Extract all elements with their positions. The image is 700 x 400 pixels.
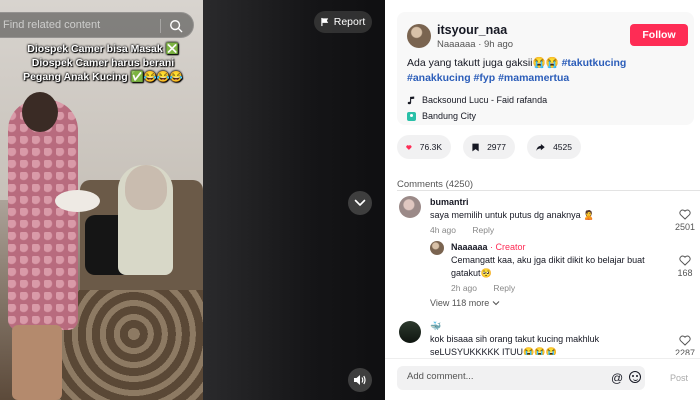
overlay-line: Diospek Camer harus berani xyxy=(31,57,175,69)
reply-time: 2h ago xyxy=(451,283,477,293)
volume-button[interactable] xyxy=(348,368,372,392)
music-title: Backsound Lucu - Faid rafanda xyxy=(422,95,548,105)
scene-woman xyxy=(8,100,78,330)
reply-author-name: Naaaaaa xyxy=(451,242,488,252)
save-button[interactable]: 2977 xyxy=(463,135,515,159)
commenter-name[interactable]: 🐳 xyxy=(430,321,441,332)
next-video-button[interactable] xyxy=(348,191,372,215)
comment-input[interactable] xyxy=(407,371,587,382)
commenter-avatar[interactable] xyxy=(399,196,421,218)
search-input[interactable] xyxy=(3,19,143,31)
view-more-replies[interactable]: View 118 more xyxy=(430,298,500,308)
reply-author[interactable]: Naaaaaa · Creator xyxy=(451,242,526,252)
video-overlay-text: Diospek Camer bisa Masak ❎ Diospek Camer… xyxy=(4,42,202,84)
music-link[interactable]: Backsound Lucu - Faid rafanda xyxy=(407,95,547,105)
creator-badge: · Creator xyxy=(487,242,526,252)
report-label: Report xyxy=(333,16,366,28)
reply-like-count: 168 xyxy=(677,268,693,278)
volume-icon xyxy=(354,375,366,385)
scene-woman-head xyxy=(22,92,58,132)
post-comment-button[interactable]: Post xyxy=(670,373,688,383)
comment-time: 4h ago xyxy=(430,225,456,235)
view-more-label: View 118 more xyxy=(430,298,490,308)
reply-meta: 2h ago Reply xyxy=(451,283,515,293)
details-panel: itsyour_naa Naaaaaa · 9h ago Follow Ada … xyxy=(385,0,700,400)
chevron-down-icon xyxy=(354,199,366,206)
author-avatar[interactable] xyxy=(407,24,431,48)
author-display-name: Naaaaaa xyxy=(437,39,476,50)
comment-text: kok bisaaa sih orang takut kucing makhlu… xyxy=(430,334,600,355)
share-count: 4525 xyxy=(553,142,572,152)
share-arrow-icon xyxy=(536,143,545,151)
reply-button[interactable]: Reply xyxy=(493,283,515,293)
comment-text: saya memilih untuk putus dg anaknya 🙎 xyxy=(430,210,595,220)
music-note-icon xyxy=(407,95,415,104)
bookmark-icon xyxy=(472,143,479,151)
post-time: 9h ago xyxy=(484,39,514,50)
comment-like-count: 2287 xyxy=(674,348,696,355)
scene-cat xyxy=(55,190,100,212)
scene-girl-hijab xyxy=(125,165,167,210)
post-caption: Ada yang takutt juga gaksii😭😭 #takutkuci… xyxy=(407,56,689,86)
comment-like[interactable]: 2501 xyxy=(673,209,697,232)
author-subline: Naaaaaa · 9h ago xyxy=(437,39,513,50)
search-divider xyxy=(160,19,161,33)
commenter-avatar[interactable] xyxy=(399,321,421,343)
heart-outline-icon xyxy=(679,209,691,220)
reply-button[interactable]: Reply xyxy=(472,225,494,235)
location-pin-icon xyxy=(407,111,416,121)
heart-outline-icon xyxy=(679,255,691,266)
comments-count-header: Comments (4250) xyxy=(397,179,474,190)
report-button[interactable]: Report xyxy=(314,11,372,33)
overlay-line: Diospek Camer bisa Masak ❎ xyxy=(27,43,179,55)
action-bar: 76.3K 2977 4525 xyxy=(397,135,581,159)
hashtag-link[interactable]: #anakkucing xyxy=(407,72,471,84)
overlay-line: Pegang Anak Kucing ✅😂😂😂 xyxy=(23,71,183,83)
caption-text: Ada yang takutt juga gaksii😭😭 xyxy=(407,57,562,69)
hashtag-link[interactable]: #takutkucing xyxy=(562,57,627,69)
commenter-name[interactable]: bumantri xyxy=(430,197,469,207)
share-button[interactable]: 4525 xyxy=(527,135,581,159)
creator-avatar[interactable] xyxy=(430,241,444,255)
heart-outline-icon xyxy=(679,335,691,346)
comment-composer[interactable]: @ xyxy=(397,366,645,390)
comments-divider xyxy=(397,190,700,191)
comment-meta: 4h ago Reply xyxy=(430,225,494,235)
author-username[interactable]: itsyour_naa xyxy=(437,23,507,37)
scene-woman-legs xyxy=(12,325,62,400)
follow-button[interactable]: Follow xyxy=(630,24,688,46)
emoji-icon[interactable] xyxy=(629,371,641,383)
reply-like[interactable]: 168 xyxy=(673,255,697,278)
video-player[interactable]: Diospek Camer bisa Masak ❎ Diospek Camer… xyxy=(0,0,385,400)
mention-icon[interactable]: @ xyxy=(611,371,623,385)
video-frame[interactable]: Diospek Camer bisa Masak ❎ Diospek Camer… xyxy=(0,0,203,400)
search-icon[interactable] xyxy=(169,19,183,33)
hashtag-link[interactable]: #fyp xyxy=(474,72,496,84)
post-info-card: itsyour_naa Naaaaaa · 9h ago Follow Ada … xyxy=(397,12,694,125)
app-root: Diospek Camer bisa Masak ❎ Diospek Camer… xyxy=(0,0,700,400)
hashtag-link[interactable]: #mamamertua xyxy=(498,72,569,84)
location-link[interactable]: Bandung City xyxy=(407,111,476,121)
save-count: 2977 xyxy=(487,142,506,152)
location-name: Bandung City xyxy=(422,111,477,121)
search-bar[interactable] xyxy=(0,12,194,38)
comment-like[interactable]: 2287 xyxy=(673,335,697,355)
flag-icon xyxy=(321,17,328,27)
heart-icon xyxy=(406,144,412,150)
comment-like-count: 2501 xyxy=(674,222,696,232)
like-count: 76.3K xyxy=(419,142,442,152)
reply-text: Cemangatt kaa, aku jga dikit dikit ko be… xyxy=(451,255,645,278)
like-button[interactable]: 76.3K xyxy=(397,135,451,159)
chevron-down-icon xyxy=(492,301,500,306)
